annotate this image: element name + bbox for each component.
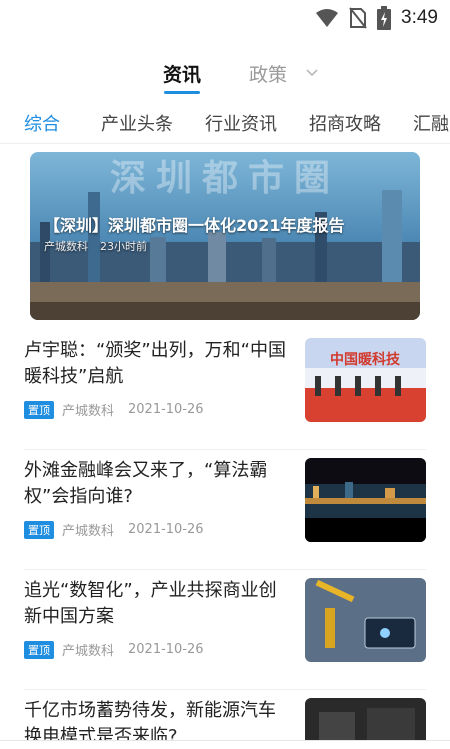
- news-source: 产城数科: [62, 644, 115, 659]
- wifi-icon: [316, 9, 339, 27]
- banner-cityscape-image: 深圳都市圈: [30, 152, 420, 320]
- pinned-badge: 置顶: [24, 520, 54, 539]
- category-tab-general[interactable]: 综合: [24, 110, 60, 136]
- news-item[interactable]: 外滩金融峰会又来了，“算法霸权”会指向谁? 置顶 产城数科 2021-10-26: [24, 458, 426, 570]
- no-sim-icon: [349, 7, 367, 29]
- news-title: 外滩金融峰会又来了，“算法霸权”会指向谁?: [24, 460, 268, 507]
- featured-banner[interactable]: 深圳都市圈 【深圳】深圳都市圈一体化2021年度报告 产城数科 23小时前: [30, 152, 420, 320]
- chevron-down-icon[interactable]: [305, 68, 319, 78]
- category-tab-investment[interactable]: 招商攻略: [309, 110, 381, 136]
- status-bar: 3:49: [0, 0, 450, 36]
- news-date: 2021-10-26: [128, 522, 204, 537]
- category-tab-headlines[interactable]: 产业头条: [101, 110, 173, 136]
- pinned-badge: 置顶: [24, 400, 54, 419]
- news-thumbnail: [305, 458, 426, 542]
- news-date: 2021-10-26: [128, 402, 204, 417]
- news-thumbnail: [305, 578, 426, 662]
- news-source: 产城数科: [62, 524, 115, 539]
- thumbnail-caption: 中国暖科技: [330, 351, 401, 368]
- banner-title: 【深圳】深圳都市圈一体化2021年度报告: [44, 216, 345, 235]
- status-icons: 3:49: [315, 6, 438, 30]
- banner-overlay-text: 深圳都市圈: [110, 158, 340, 199]
- category-tab-finance[interactable]: 汇融: [413, 110, 449, 136]
- tab-news[interactable]: 资讯: [163, 60, 201, 87]
- banner-time: 23小时前: [100, 240, 147, 253]
- category-tabs: 综合 产业头条 行业资讯 招商攻略 汇融: [0, 104, 450, 144]
- bottom-navigation: [0, 740, 450, 749]
- active-tab-indicator: [164, 91, 200, 94]
- news-title: 追光“数智化”，产业共探商业创新中国方案: [24, 580, 277, 627]
- category-tab-industry-news[interactable]: 行业资讯: [205, 110, 277, 136]
- news-meta: 置顶 产城数科 2021-10-26: [24, 640, 204, 659]
- news-source: 产城数科: [62, 404, 115, 419]
- banner-source: 产城数科: [44, 240, 88, 253]
- news-meta: 置顶 产城数科 2021-10-26: [24, 400, 204, 419]
- news-date: 2021-10-26: [128, 642, 204, 657]
- news-thumbnail: 中国暖科技: [305, 338, 426, 422]
- pinned-badge: 置顶: [24, 640, 54, 659]
- news-item[interactable]: 卢宇聪：“颁奖”出列，万和“中国暖科技”启航 置顶 产城数科 2021-10-2…: [24, 338, 426, 450]
- news-title: 卢宇聪：“颁奖”出列，万和“中国暖科技”启航: [24, 340, 286, 387]
- news-item[interactable]: 追光“数智化”，产业共探商业创新中国方案 置顶 产城数科 2021-10-26: [24, 578, 426, 690]
- battery-charging-icon: [377, 6, 392, 30]
- tab-policy[interactable]: 政策: [249, 60, 287, 87]
- top-tabs: 资讯 政策: [0, 54, 450, 98]
- status-time: 3:49: [401, 7, 438, 28]
- banner-meta: 产城数科 23小时前: [44, 238, 147, 254]
- news-meta: 置顶 产城数科 2021-10-26: [24, 520, 204, 539]
